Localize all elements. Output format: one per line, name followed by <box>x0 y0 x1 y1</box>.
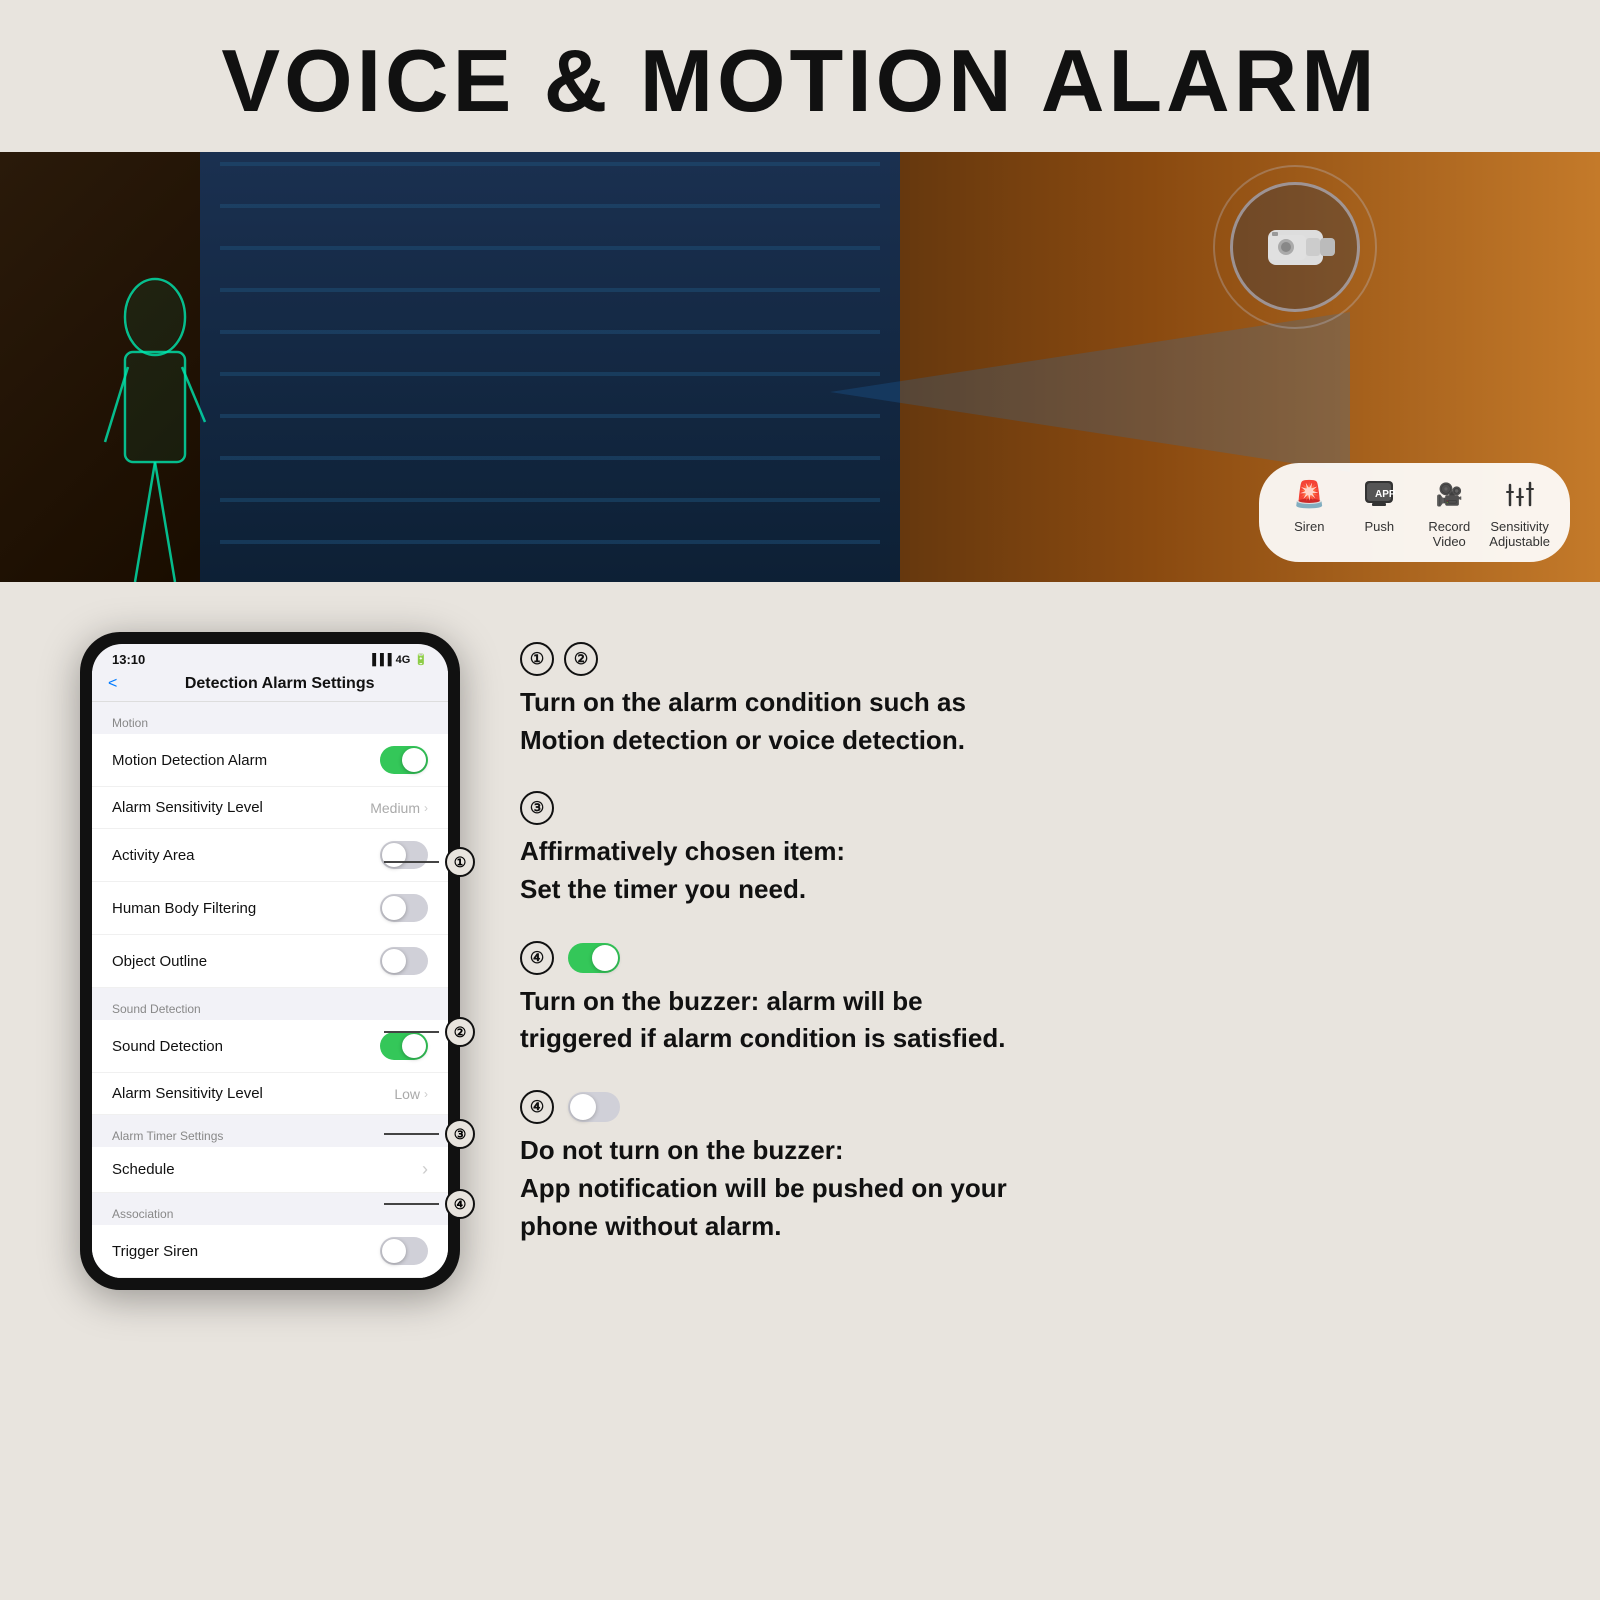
desc-numbers-3: ③ <box>520 791 1520 825</box>
status-icons: ▐▐▐ 4G 🔋 <box>368 652 428 667</box>
section-motion-label: Motion <box>92 702 448 734</box>
desc-toggle-off <box>568 1092 620 1122</box>
feature-siren-label: Siren <box>1294 519 1324 535</box>
camera-body <box>1268 230 1323 265</box>
ann1-circle: ① <box>445 847 475 877</box>
annotation-4: ④ <box>384 1189 475 1219</box>
desc-circle-1: ① <box>520 642 554 676</box>
ann3-line <box>384 1133 439 1135</box>
row-trigger-siren: Trigger Siren <box>92 1225 448 1278</box>
row-alarm-sensitivity-sound[interactable]: Alarm Sensitivity Level Low › <box>92 1073 448 1115</box>
phone-nav-header: < Detection Alarm Settings <box>92 671 448 702</box>
desc-toggle-row-on: ④ <box>520 941 1520 975</box>
object-outline-toggle[interactable] <box>380 947 428 975</box>
desc-block-4-on: ④ Turn on the buzzer: alarm will betrigg… <box>520 941 1520 1058</box>
network-icon: 4G <box>396 654 411 666</box>
svg-text:APP: APP <box>1375 489 1396 500</box>
ann4-circle: ④ <box>445 1189 475 1219</box>
annotation-3: ③ <box>384 1119 475 1149</box>
trigger-siren-toggle[interactable] <box>380 1237 428 1265</box>
human-body-label: Human Body Filtering <box>112 900 256 917</box>
desc-text-12: Turn on the alarm condition such asMotio… <box>520 684 1520 759</box>
alarm-sensitivity-motion-value: Medium › <box>370 800 428 816</box>
intruder-figure <box>70 262 240 582</box>
feature-push: APP Push <box>1349 475 1409 550</box>
annotation-2: ② <box>384 1017 475 1047</box>
row-alarm-sensitivity-motion[interactable]: Alarm Sensitivity Level Medium › <box>92 787 448 829</box>
push-icon: APP <box>1359 475 1399 515</box>
status-bar: 13:10 ▐▐▐ 4G 🔋 <box>92 644 448 671</box>
desc-circle-2: ② <box>564 642 598 676</box>
phone-outer: 13:10 ▐▐▐ 4G 🔋 < Detection Alarm Setting… <box>80 632 460 1290</box>
record-icon: 🎥 <box>1429 475 1469 515</box>
desc-block-3: ③ Affirmatively chosen item:Set the time… <box>520 791 1520 908</box>
row-schedule[interactable]: Schedule › <box>92 1147 448 1193</box>
desc-toggle-on <box>568 943 620 973</box>
sound-detection-label: Sound Detection <box>112 1038 223 1055</box>
chevron-icon: › <box>424 801 428 815</box>
chevron-icon-2: › <box>424 1087 428 1101</box>
feature-record-label: RecordVideo <box>1428 519 1470 550</box>
hero-gate-lines <box>220 152 880 582</box>
page-header: VOICE & MOTION ALARM <box>0 0 1600 152</box>
hero-image: 🚨 Siren APP Push 🎥 RecordVideo <box>0 152 1600 582</box>
human-body-toggle[interactable] <box>380 894 428 922</box>
siren-icon: 🚨 <box>1289 475 1329 515</box>
motion-detection-toggle[interactable] <box>380 746 428 774</box>
bottom-section: 13:10 ▐▐▐ 4G 🔋 < Detection Alarm Setting… <box>0 582 1600 1340</box>
motion-detection-label: Motion Detection Alarm <box>112 752 267 769</box>
row-object-outline: Object Outline <box>92 935 448 988</box>
section-sound-label: Sound Detection <box>92 988 448 1020</box>
camera <box>1230 182 1360 312</box>
page-title: VOICE & MOTION ALARM <box>20 30 1580 132</box>
desc-text-4-off: Do not turn on the buzzer:App notificati… <box>520 1132 1520 1245</box>
desc-block-4-off: ④ Do not turn on the buzzer:App notifica… <box>520 1090 1520 1245</box>
alarm-sensitivity-motion-label: Alarm Sensitivity Level <box>112 799 263 816</box>
desc-circle-3: ③ <box>520 791 554 825</box>
feature-record: 🎥 RecordVideo <box>1419 475 1479 550</box>
annotation-1: ① <box>384 847 475 877</box>
right-descriptions: ① ② Turn on the alarm condition such asM… <box>520 632 1520 1277</box>
row-motion-detection: Motion Detection Alarm <box>92 734 448 787</box>
status-time: 13:10 <box>112 652 145 667</box>
schedule-label: Schedule <box>112 1161 175 1178</box>
ann1-line <box>384 861 439 863</box>
desc-circle-4a: ④ <box>520 941 554 975</box>
desc-toggle-row-off: ④ <box>520 1090 1520 1124</box>
object-outline-label: Object Outline <box>112 953 207 970</box>
desc-circle-4b: ④ <box>520 1090 554 1124</box>
alarm-sensitivity-sound-value: Low › <box>394 1086 428 1102</box>
screen-title: Detection Alarm Settings <box>127 675 432 693</box>
signal-icon: ▐▐▐ <box>368 654 391 666</box>
feature-siren: 🚨 Siren <box>1279 475 1339 550</box>
feature-push-label: Push <box>1364 519 1394 535</box>
alarm-sensitivity-sound-label: Alarm Sensitivity Level <box>112 1085 263 1102</box>
feature-sensitivity: SensitivityAdjustable <box>1489 475 1550 550</box>
trigger-siren-label: Trigger Siren <box>112 1243 198 1260</box>
hero-features: 🚨 Siren APP Push 🎥 RecordVideo <box>1259 463 1570 562</box>
desc-text-3: Affirmatively chosen item:Set the timer … <box>520 833 1520 908</box>
back-button[interactable]: < <box>108 675 117 693</box>
ann3-circle: ③ <box>445 1119 475 1149</box>
feature-sensitivity-label: SensitivityAdjustable <box>1489 519 1550 550</box>
chevron-icon-3: › <box>422 1159 428 1180</box>
ann2-line <box>384 1031 439 1033</box>
desc-text-4-on: Turn on the buzzer: alarm will betrigger… <box>520 983 1520 1058</box>
ann4-line <box>384 1203 439 1205</box>
row-human-body: Human Body Filtering <box>92 882 448 935</box>
ann2-circle: ② <box>445 1017 475 1047</box>
desc-numbers-12: ① ② <box>520 642 1520 676</box>
activity-area-label: Activity Area <box>112 847 195 864</box>
battery-icon: 🔋 <box>414 653 428 666</box>
sensitivity-icon <box>1500 475 1540 515</box>
desc-block-1: ① ② Turn on the alarm condition such asM… <box>520 642 1520 759</box>
phone-screen: 13:10 ▐▐▐ 4G 🔋 < Detection Alarm Setting… <box>92 644 448 1278</box>
